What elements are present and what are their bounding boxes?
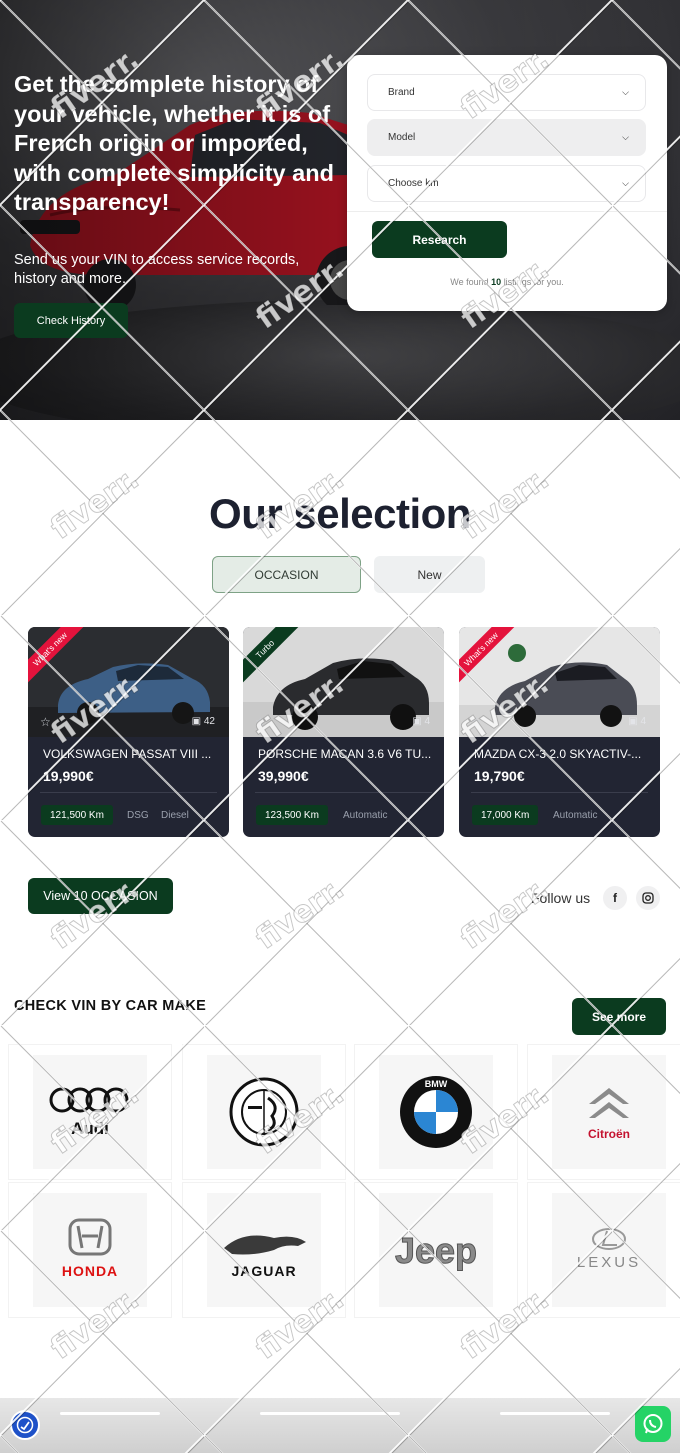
search-panel: Brand ⌵ Model ⌵ Choose km ⌵ Research We … (347, 55, 667, 311)
view-all-button[interactable]: View 10 OCCASION (28, 878, 173, 914)
section-title: Our selection (209, 490, 471, 537)
model-select[interactable]: Model ⌵ (367, 119, 646, 156)
hero-headline: Get the complete history of your vehicle… (14, 71, 334, 215)
fuel-spec: Diesel (161, 810, 189, 821)
transmission-spec: Automatic (343, 810, 388, 821)
svg-text:JAGUAR: JAGUAR (231, 1263, 296, 1279)
brand-honda[interactable]: HONDA (8, 1182, 172, 1318)
citroen-logo: Citroën (552, 1055, 666, 1169)
lexus-logo: LEXUS (552, 1193, 666, 1307)
car-name: MAZDA CX-3 2.0 SKYACTIV-... (474, 747, 642, 761)
car-price: 39,990€ (258, 768, 309, 784)
car-name: PORSCHE MACAN 3.6 V6 TU... (258, 747, 432, 761)
transmission-spec: Automatic (553, 810, 598, 821)
car-photo: What's new ☆ ▣ 4 (459, 627, 660, 737)
honda-logo: HONDA (33, 1193, 147, 1307)
check-history-button[interactable]: Check History (14, 303, 128, 338)
chevron-down-icon: ⌵ (622, 178, 629, 188)
hero-subtext: Send us your VIN to access service recor… (14, 252, 300, 287)
svg-text:BMW: BMW (425, 1079, 448, 1089)
car-price: 19,790€ (474, 768, 525, 784)
brand-citroen[interactable]: Citroën (527, 1044, 680, 1180)
car-card[interactable]: Turbo ☆ ▣ 4 PORSCHE MACAN 3.6 V6 TU... 3… (243, 627, 444, 837)
jaguar-logo: JAGUAR (207, 1193, 321, 1307)
favorite-star-icon[interactable]: ☆ (40, 715, 51, 729)
transmission-spec: DSG (127, 810, 149, 821)
brand-select-label: Brand (388, 87, 415, 98)
brand-jaguar[interactable]: JAGUAR (182, 1182, 346, 1318)
svg-text:LEXUS: LEXUS (577, 1254, 641, 1271)
watermark-text: fiverr. (250, 871, 351, 956)
see-more-button[interactable]: See more (572, 998, 666, 1035)
facebook-icon[interactable]: f (603, 886, 627, 910)
km-select-label: Choose km (388, 178, 439, 189)
next-section-banner (0, 1398, 680, 1453)
instagram-icon[interactable] (636, 886, 660, 910)
tab-occasion[interactable]: OCCASION (212, 556, 361, 593)
brand-bmw[interactable]: BMW (354, 1044, 518, 1180)
chevron-down-icon: ⌵ (622, 87, 629, 97)
hero-section: Get the complete history of your vehicle… (0, 0, 680, 420)
car-card[interactable]: What's new ☆ ▣ 4 MAZDA CX-3 2.0 SKYACTIV… (459, 627, 660, 837)
car-price: 19,990€ (43, 768, 94, 784)
watermark-text: fiverr. (455, 871, 556, 956)
car-photo: Turbo ☆ ▣ 4 (243, 627, 444, 737)
brand-lexus[interactable]: LEXUS (527, 1182, 680, 1318)
car-photo: What's new ☆ ▣ 42 (28, 627, 229, 737)
brand-audi[interactable]: Audi (8, 1044, 172, 1180)
favorite-star-icon[interactable]: ☆ (471, 715, 482, 729)
alfa-romeo-logo (207, 1055, 321, 1169)
photo-count: ▣ 42 (191, 716, 215, 727)
model-select-label: Model (388, 132, 416, 143)
follow-us-label: Follow us (531, 890, 591, 906)
makes-title: CHECK VIN BY CAR MAKE (14, 998, 207, 1014)
bmw-logo: BMW (379, 1055, 493, 1169)
svg-text:Audi: Audi (71, 1119, 109, 1138)
svg-text:Citroën: Citroën (588, 1127, 630, 1141)
whatsapp-icon[interactable] (635, 1406, 671, 1442)
research-button[interactable]: Research (372, 221, 507, 258)
km-select[interactable]: Choose km ⌵ (367, 165, 646, 202)
mileage-badge: 17,000 Km (472, 805, 539, 825)
car-card[interactable]: What's new ☆ ▣ 42 VOLKSWAGEN PASSAT VIII… (28, 627, 229, 837)
brand-alfa-romeo[interactable] (182, 1044, 346, 1180)
mileage-badge: 123,500 Km (256, 805, 328, 825)
chevron-down-icon: ⌵ (622, 132, 629, 142)
tab-new[interactable]: New (374, 556, 485, 593)
svg-text:Jeep: Jeep (395, 1230, 477, 1271)
car-name: VOLKSWAGEN PASSAT VIII ... (43, 747, 212, 761)
favorite-star-icon[interactable]: ☆ (255, 715, 266, 729)
jeep-logo: Jeep (379, 1193, 493, 1307)
mileage-badge: 121,500 Km (41, 805, 113, 825)
results-count-text: We found 10 listings for you. (450, 277, 564, 287)
photo-count: ▣ 4 (412, 716, 430, 727)
brand-jeep[interactable]: Jeep (354, 1182, 518, 1318)
accessibility-icon[interactable] (10, 1410, 40, 1440)
results-count: 10 (491, 277, 502, 287)
brand-select[interactable]: Brand ⌵ (367, 74, 646, 111)
audi-logo: Audi (33, 1055, 147, 1169)
svg-text:HONDA: HONDA (62, 1263, 118, 1279)
photo-count: ▣ 4 (628, 716, 646, 727)
